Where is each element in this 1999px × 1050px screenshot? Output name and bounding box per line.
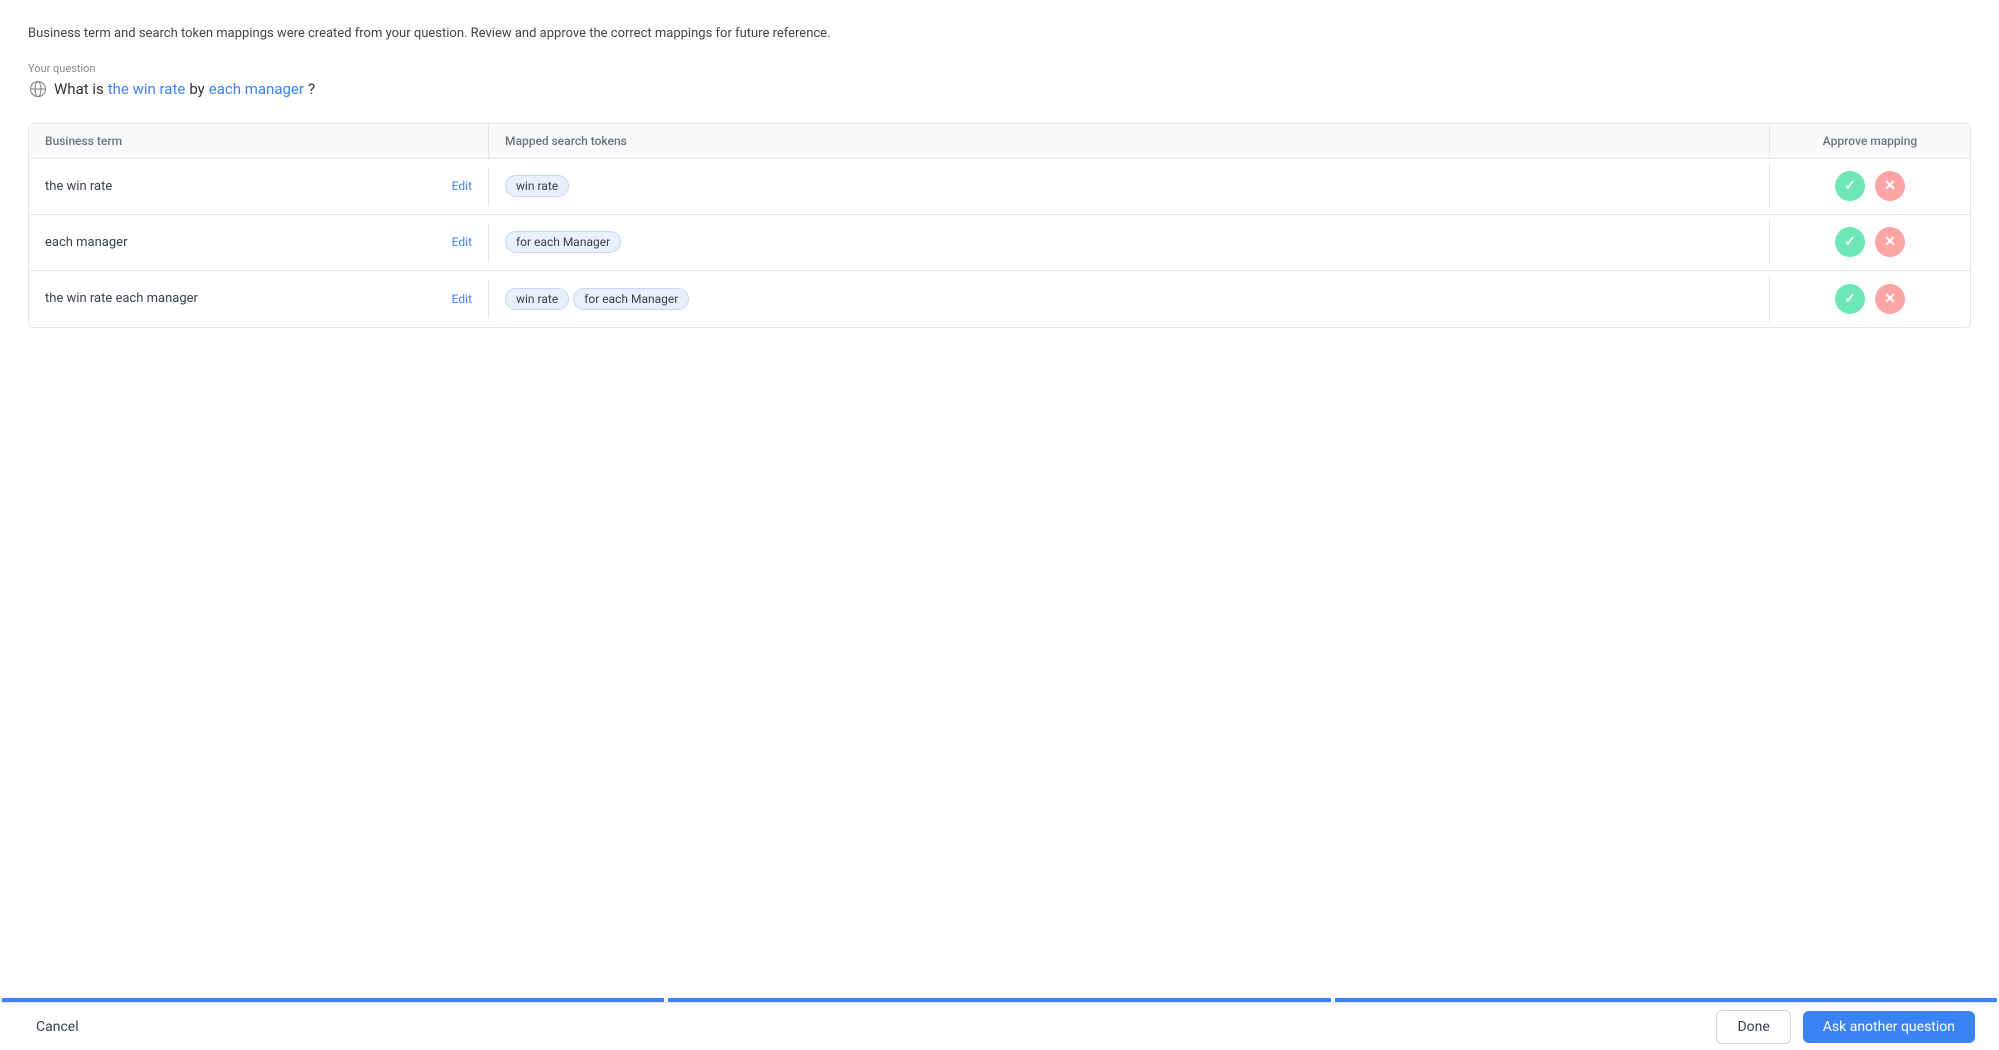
table-row: each manager Edit for each Manager ✓ ✕ bbox=[29, 215, 1970, 271]
td-tokens-2: for each Manager bbox=[489, 219, 1770, 265]
td-approve-3: ✓ ✕ bbox=[1770, 272, 1970, 326]
td-term-2: each manager Edit bbox=[29, 223, 489, 262]
approve-x-3[interactable]: ✕ bbox=[1875, 284, 1905, 314]
ask-another-button[interactable]: Ask another question bbox=[1803, 1011, 1975, 1043]
approve-actions-3: ✓ ✕ bbox=[1835, 284, 1905, 314]
td-approve-1: ✓ ✕ bbox=[1770, 159, 1970, 213]
edit-link-3[interactable]: Edit bbox=[452, 292, 472, 306]
token-pill-3-1: win rate bbox=[505, 288, 569, 310]
td-tokens-3: win rate for each Manager bbox=[489, 276, 1770, 322]
notification-bar: Business term and search token mappings … bbox=[28, 24, 1971, 44]
globe-icon bbox=[28, 79, 48, 99]
table-header: Business term Mapped search tokens Appro… bbox=[29, 124, 1970, 159]
td-tokens-1: win rate bbox=[489, 163, 1770, 209]
approve-check-1[interactable]: ✓ bbox=[1835, 171, 1865, 201]
approve-check-2[interactable]: ✓ bbox=[1835, 227, 1865, 257]
notification-text: Business term and search token mappings … bbox=[28, 26, 831, 41]
td-term-1: the win rate Edit bbox=[29, 167, 489, 206]
question-text: What is the win rate by each manager ? bbox=[54, 80, 315, 98]
question-prefix: What is bbox=[54, 80, 104, 98]
approve-actions-2: ✓ ✕ bbox=[1835, 227, 1905, 257]
question-row: What is the win rate by each manager ? bbox=[28, 79, 1971, 99]
footer: Cancel Done Ask another question bbox=[0, 1002, 1999, 1050]
header-term: Business term bbox=[29, 124, 489, 158]
term-text-3: the win rate each manager bbox=[45, 291, 198, 306]
question-suffix: ? bbox=[308, 80, 315, 98]
edit-link-2[interactable]: Edit bbox=[452, 235, 472, 249]
approve-x-1[interactable]: ✕ bbox=[1875, 171, 1905, 201]
question-label: Your question bbox=[28, 62, 1971, 75]
question-by: by bbox=[189, 80, 204, 98]
td-approve-2: ✓ ✕ bbox=[1770, 215, 1970, 269]
header-approve: Approve mapping bbox=[1770, 124, 1970, 158]
table-row: the win rate each manager Edit win rate … bbox=[29, 271, 1970, 327]
edit-link-1[interactable]: Edit bbox=[452, 179, 472, 193]
token-pill-3-2: for each Manager bbox=[573, 288, 689, 310]
footer-right: Done Ask another question bbox=[1716, 1010, 1975, 1044]
token-pill-2-1: for each Manager bbox=[505, 231, 621, 253]
approve-check-3[interactable]: ✓ bbox=[1835, 284, 1865, 314]
question-term2: each manager bbox=[209, 80, 304, 98]
approve-actions-1: ✓ ✕ bbox=[1835, 171, 1905, 201]
term-text-1: the win rate bbox=[45, 179, 112, 194]
done-button[interactable]: Done bbox=[1716, 1010, 1790, 1044]
approve-x-2[interactable]: ✕ bbox=[1875, 227, 1905, 257]
main-content: Business term and search token mappings … bbox=[0, 0, 1999, 328]
table-row: the win rate Edit win rate ✓ ✕ bbox=[29, 159, 1970, 215]
question-term1: the win rate bbox=[108, 80, 186, 98]
td-term-3: the win rate each manager Edit bbox=[29, 279, 489, 318]
term-text-2: each manager bbox=[45, 235, 127, 250]
token-pill-1-1: win rate bbox=[505, 175, 569, 197]
header-tokens: Mapped search tokens bbox=[489, 124, 1770, 158]
cancel-button[interactable]: Cancel bbox=[24, 1013, 91, 1041]
mapping-table: Business term Mapped search tokens Appro… bbox=[28, 123, 1971, 328]
